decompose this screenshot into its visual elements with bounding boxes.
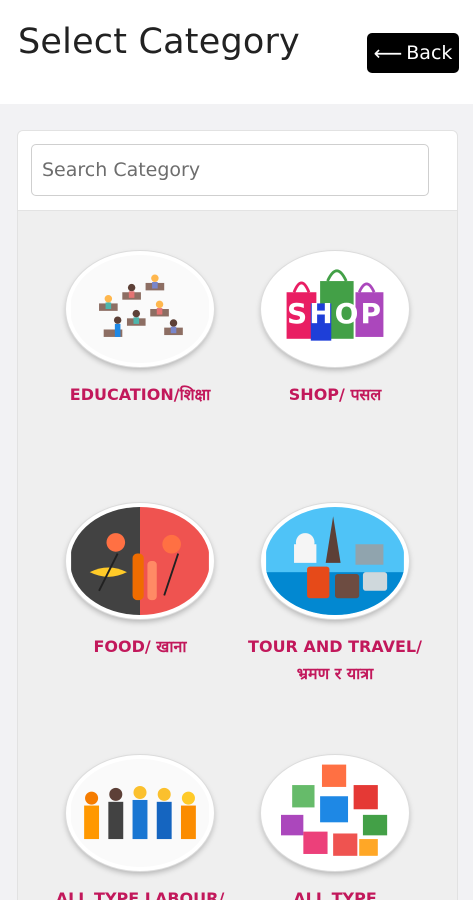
category-labour[interactable]: ALL TYPE LABOUR/सबै [50,755,230,900]
back-button[interactable]: ⟵ Back [367,33,459,73]
all-type-image [261,755,409,871]
back-button-label: Back [406,42,453,64]
shop-letter: S [287,297,310,330]
category-education[interactable]: EDUCATION/शिक्षा [50,251,230,408]
category-label: FOOD/ खाना [93,637,187,656]
shop-letter: P [360,297,383,330]
category-label: TOUR AND TRAVEL/भ्रमण र यात्रा [248,637,422,683]
category-label: SHOP/ पसल [288,385,382,404]
category-food[interactable]: FOOD/ खाना [50,503,230,660]
category-label: ALL TYPE [293,889,377,900]
category-label: ALL TYPE LABOUR/सबै [55,889,225,900]
food-image [66,503,214,619]
category-travel[interactable]: TOUR AND TRAVEL/भ्रमण र यात्रा [245,503,425,687]
category-all-type[interactable]: ALL TYPE [245,755,425,900]
shop-letter: O [334,297,361,330]
shop-word-art: SHOP [265,297,405,330]
header-bar: Select Category ⟵ Back [0,0,473,104]
travel-image [261,503,409,619]
search-bar [18,131,457,211]
labour-image [66,755,214,871]
page-title: Select Category [18,22,300,62]
category-shop[interactable]: SHOP SHOP/ पसल [245,251,425,408]
search-input[interactable] [31,144,429,196]
education-image [66,251,214,367]
category-card: EDUCATION/शिक्षा SHOP SHOP/ पसल [17,130,458,900]
arrow-left-icon: ⟵ [373,41,403,65]
shop-letter: H [309,297,335,330]
category-label: EDUCATION/शिक्षा [69,385,211,404]
shop-image: SHOP [261,251,409,367]
